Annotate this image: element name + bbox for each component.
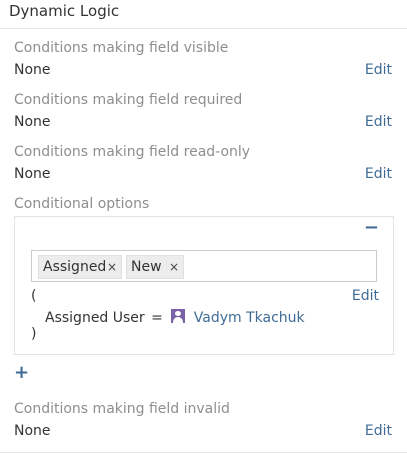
remove-tag-icon[interactable]: × [107,256,117,278]
visible-conditions-value: None [14,62,51,78]
divider [0,452,407,453]
close-paren: ) [31,326,37,342]
condition-operator: = [151,310,163,326]
condition-row: Assigned User = Vadym Tkachuk [45,308,305,326]
invalid-conditions-label: Conditions making field invalid [14,401,230,417]
visible-conditions-label: Conditions making field visible [14,40,229,56]
edit-option-condition-button[interactable]: Edit [352,288,379,304]
readonly-conditions-label: Conditions making field read-only [14,144,251,160]
tag-label: Assigned [43,259,107,275]
invalid-conditions-value: None [14,423,51,439]
condition-field: Assigned User [45,310,145,326]
section-title: Dynamic Logic [9,2,120,20]
edit-required-button[interactable]: Edit [365,114,392,130]
remove-tag-icon[interactable]: × [169,256,179,278]
edit-invalid-button[interactable]: Edit [365,423,392,439]
tag-new: New × [126,255,184,279]
required-conditions-label: Conditions making field required [14,92,243,108]
plus-icon[interactable]: + [14,362,29,383]
minus-icon[interactable]: − [364,217,379,238]
tag-assigned: Assigned × [38,255,122,279]
divider [0,28,407,29]
required-conditions-value: None [14,114,51,130]
readonly-conditions-value: None [14,166,51,182]
condition-user-link[interactable]: Vadym Tkachuk [194,310,305,326]
options-tag-input[interactable]: Assigned × New × [31,250,377,282]
open-paren: ( [31,288,37,304]
edit-readonly-button[interactable]: Edit [365,166,392,182]
user-icon [171,309,186,323]
conditional-options-panel: − Assigned × New × ( Edit Assigned User … [14,216,394,355]
edit-visible-button[interactable]: Edit [365,62,392,78]
conditional-options-label: Conditional options [14,196,150,212]
tag-label: New [131,259,162,275]
